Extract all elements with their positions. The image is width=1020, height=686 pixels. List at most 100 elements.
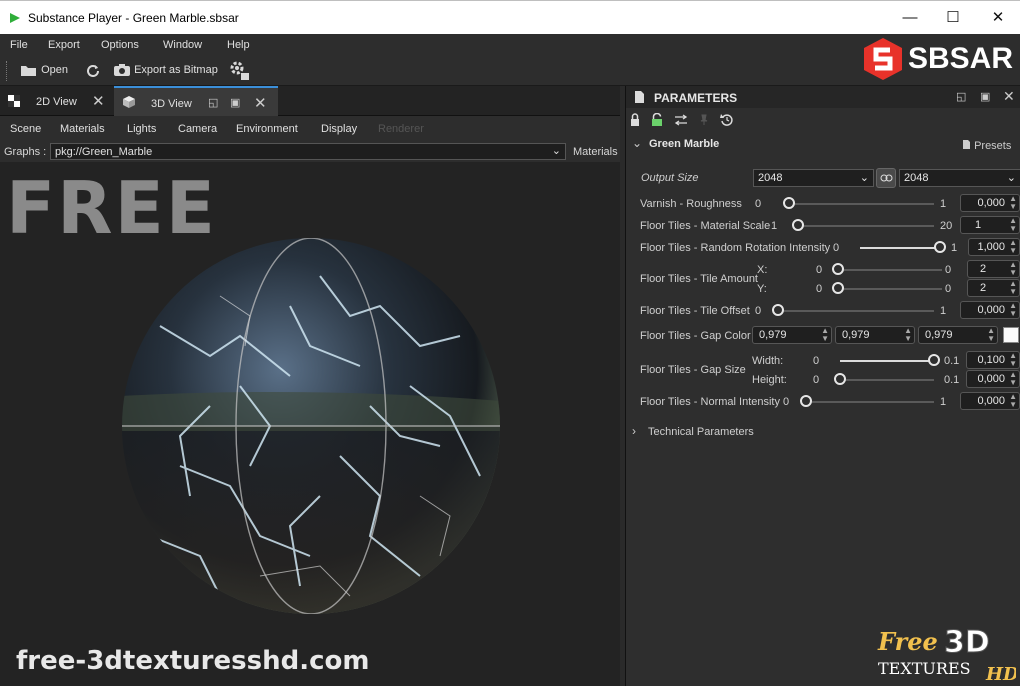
material-scale-input[interactable]: 1 ▲ ▼ [960,216,1020,234]
document-icon [963,140,970,149]
export-bitmap-button[interactable]: Export as Bitmap [113,63,218,77]
spinner-icon[interactable]: ▲ ▼ [987,327,995,343]
unlock-icon[interactable] [650,113,664,127]
group-header[interactable]: ⌄ Green Marble Presets [626,134,1020,156]
output-size-width-value: 2048 [758,172,783,184]
spinner-icon[interactable]: ▲ ▼ [1009,371,1017,387]
menu-window[interactable]: Window [163,39,202,51]
tile-amount-x-handle[interactable] [832,263,844,275]
output-size-height-select[interactable]: 2048 ⌄ [899,169,1020,187]
gap-size-height-min: 0 [813,374,820,386]
menu-help[interactable]: Help [227,39,250,51]
gap-size-width-slider[interactable] [840,360,934,362]
3d-viewport[interactable]: FREE free-3dtexturesshd.com [0,162,620,686]
close-icon[interactable]: ✕ [254,94,267,112]
view-menu-materials[interactable]: Materials [60,123,105,135]
materials-button[interactable]: Materials [573,146,618,158]
random-rotation-input[interactable]: 1,000 ▲ ▼ [968,238,1020,256]
gap-size-height-slider[interactable] [840,379,934,381]
gap-size-width-input[interactable]: 0,100 ▲ ▼ [966,351,1020,369]
maximize-view-icon[interactable]: ▣ [230,96,240,109]
tile-amount-y-handle[interactable] [832,282,844,294]
swap-icon[interactable] [674,114,688,126]
cube-icon [123,96,135,108]
gap-color-b-input[interactable]: 0,979 ▲ ▼ [918,326,998,344]
presets-label: Presets [974,140,1012,152]
tile-amount-y-input[interactable]: 2 ▲ ▼ [967,279,1020,297]
spinner-icon[interactable]: ▲ ▼ [1009,352,1017,368]
view-menu-display[interactable]: Display [321,123,357,135]
settings-export-button[interactable] [228,59,250,81]
restore-icon[interactable]: ◱ [208,96,218,109]
gap-color-swatch[interactable] [1003,327,1019,343]
spinner-icon[interactable]: ▲ ▼ [1009,393,1017,409]
tile-amount-x-slider[interactable] [838,269,942,271]
tab-2d-view[interactable]: 2D View ✕ [0,86,112,116]
spinner-icon[interactable]: ▲ ▼ [1009,217,1017,233]
view-menu-camera[interactable]: Camera [178,123,217,135]
tab-3d-view[interactable]: 3D View ◱ ▣ ✕ [114,86,278,116]
reset-icon[interactable] [720,113,734,127]
random-rotation-handle[interactable] [934,241,946,253]
menu-export[interactable]: Export [48,39,80,51]
close-window-button[interactable]: ✕ [976,5,1020,31]
gap-size-height-handle[interactable] [834,373,846,385]
material-scale-value: 1 [975,219,982,231]
view-menu-lights[interactable]: Lights [127,123,156,135]
view-menu-environment[interactable]: Environment [236,123,298,135]
menu-file[interactable]: File [10,39,28,51]
lock-icon[interactable] [630,113,640,127]
tile-offset-slider[interactable] [778,310,934,312]
spinner-icon[interactable]: ▲ ▼ [821,327,829,343]
restore-icon[interactable]: ◱ [956,90,966,103]
gap-color-g-input[interactable]: 0,979 ▲ ▼ [835,326,915,344]
spinner-icon[interactable]: ▲ ▼ [1009,302,1017,318]
parameters-title: PARAMETERS [654,91,738,105]
spinner-icon[interactable]: ▲ ▼ [1009,239,1017,255]
maximize-view-icon[interactable]: ▣ [980,90,990,103]
gap-size-height-input[interactable]: 0,000 ▲ ▼ [966,370,1020,388]
gap-size-width-max: 0.1 [944,355,960,367]
material-preview-sphere[interactable] [120,236,502,616]
normal-intensity-input[interactable]: 0,000 ▲ ▼ [960,392,1020,410]
link-size-button[interactable] [876,168,896,188]
tab-3d-view-label: 3D View [151,98,192,110]
close-icon[interactable]: ✕ [92,92,105,110]
presets-button[interactable]: Presets [962,139,1011,152]
open-button[interactable]: Open [20,63,68,77]
tile-amount-y-min: 0 [816,283,823,295]
varnish-roughness-input[interactable]: 0,000 ▲ ▼ [960,194,1020,212]
technical-parameters-group[interactable]: › Technical Parameters [626,422,1020,442]
spinner-icon[interactable]: ▲ ▼ [904,327,912,343]
menu-options[interactable]: Options [101,39,139,51]
graphs-select[interactable]: pkg://Green_Marble ⌄ [50,143,566,160]
refresh-button[interactable] [86,63,100,77]
spinner-icon[interactable]: ▲ ▼ [1009,195,1017,211]
tile-amount-x-min: 0 [816,264,823,276]
gap-color-r-input[interactable]: 0,979 ▲ ▼ [752,326,832,344]
varnish-roughness-handle[interactable] [783,197,795,209]
tile-offset-handle[interactable] [772,304,784,316]
random-rotation-slider[interactable] [860,247,940,249]
tile-amount-x-input[interactable]: 2 ▲ ▼ [967,260,1020,278]
tile-offset-input[interactable]: 0,000 ▲ ▼ [960,301,1020,319]
maximize-button[interactable]: ☐ [931,5,975,31]
normal-intensity-label: Floor Tiles - Normal Intensity [640,396,780,408]
gap-size-width-handle[interactable] [928,354,940,366]
material-scale-slider[interactable] [798,225,934,227]
view-menu-scene[interactable]: Scene [10,123,41,135]
normal-intensity-handle[interactable] [800,395,812,407]
material-scale-handle[interactable] [792,219,804,231]
free-3d-textures-logo: Free 3D TEXTURES HD [877,625,1016,685]
chevron-right-icon: › [632,424,636,438]
output-size-width-select[interactable]: 2048 ⌄ [753,169,874,187]
toolbar-grip[interactable] [6,61,9,81]
varnish-roughness-label: Varnish - Roughness [640,198,742,210]
tile-amount-y-slider[interactable] [838,288,942,290]
close-icon[interactable]: ✕ [1003,88,1015,105]
normal-intensity-slider[interactable] [806,401,934,403]
spinner-icon[interactable]: ▲ ▼ [1009,280,1017,296]
minimize-button[interactable]: — [888,5,932,31]
spinner-icon[interactable]: ▲ ▼ [1009,261,1017,277]
varnish-roughness-slider[interactable] [789,203,934,205]
